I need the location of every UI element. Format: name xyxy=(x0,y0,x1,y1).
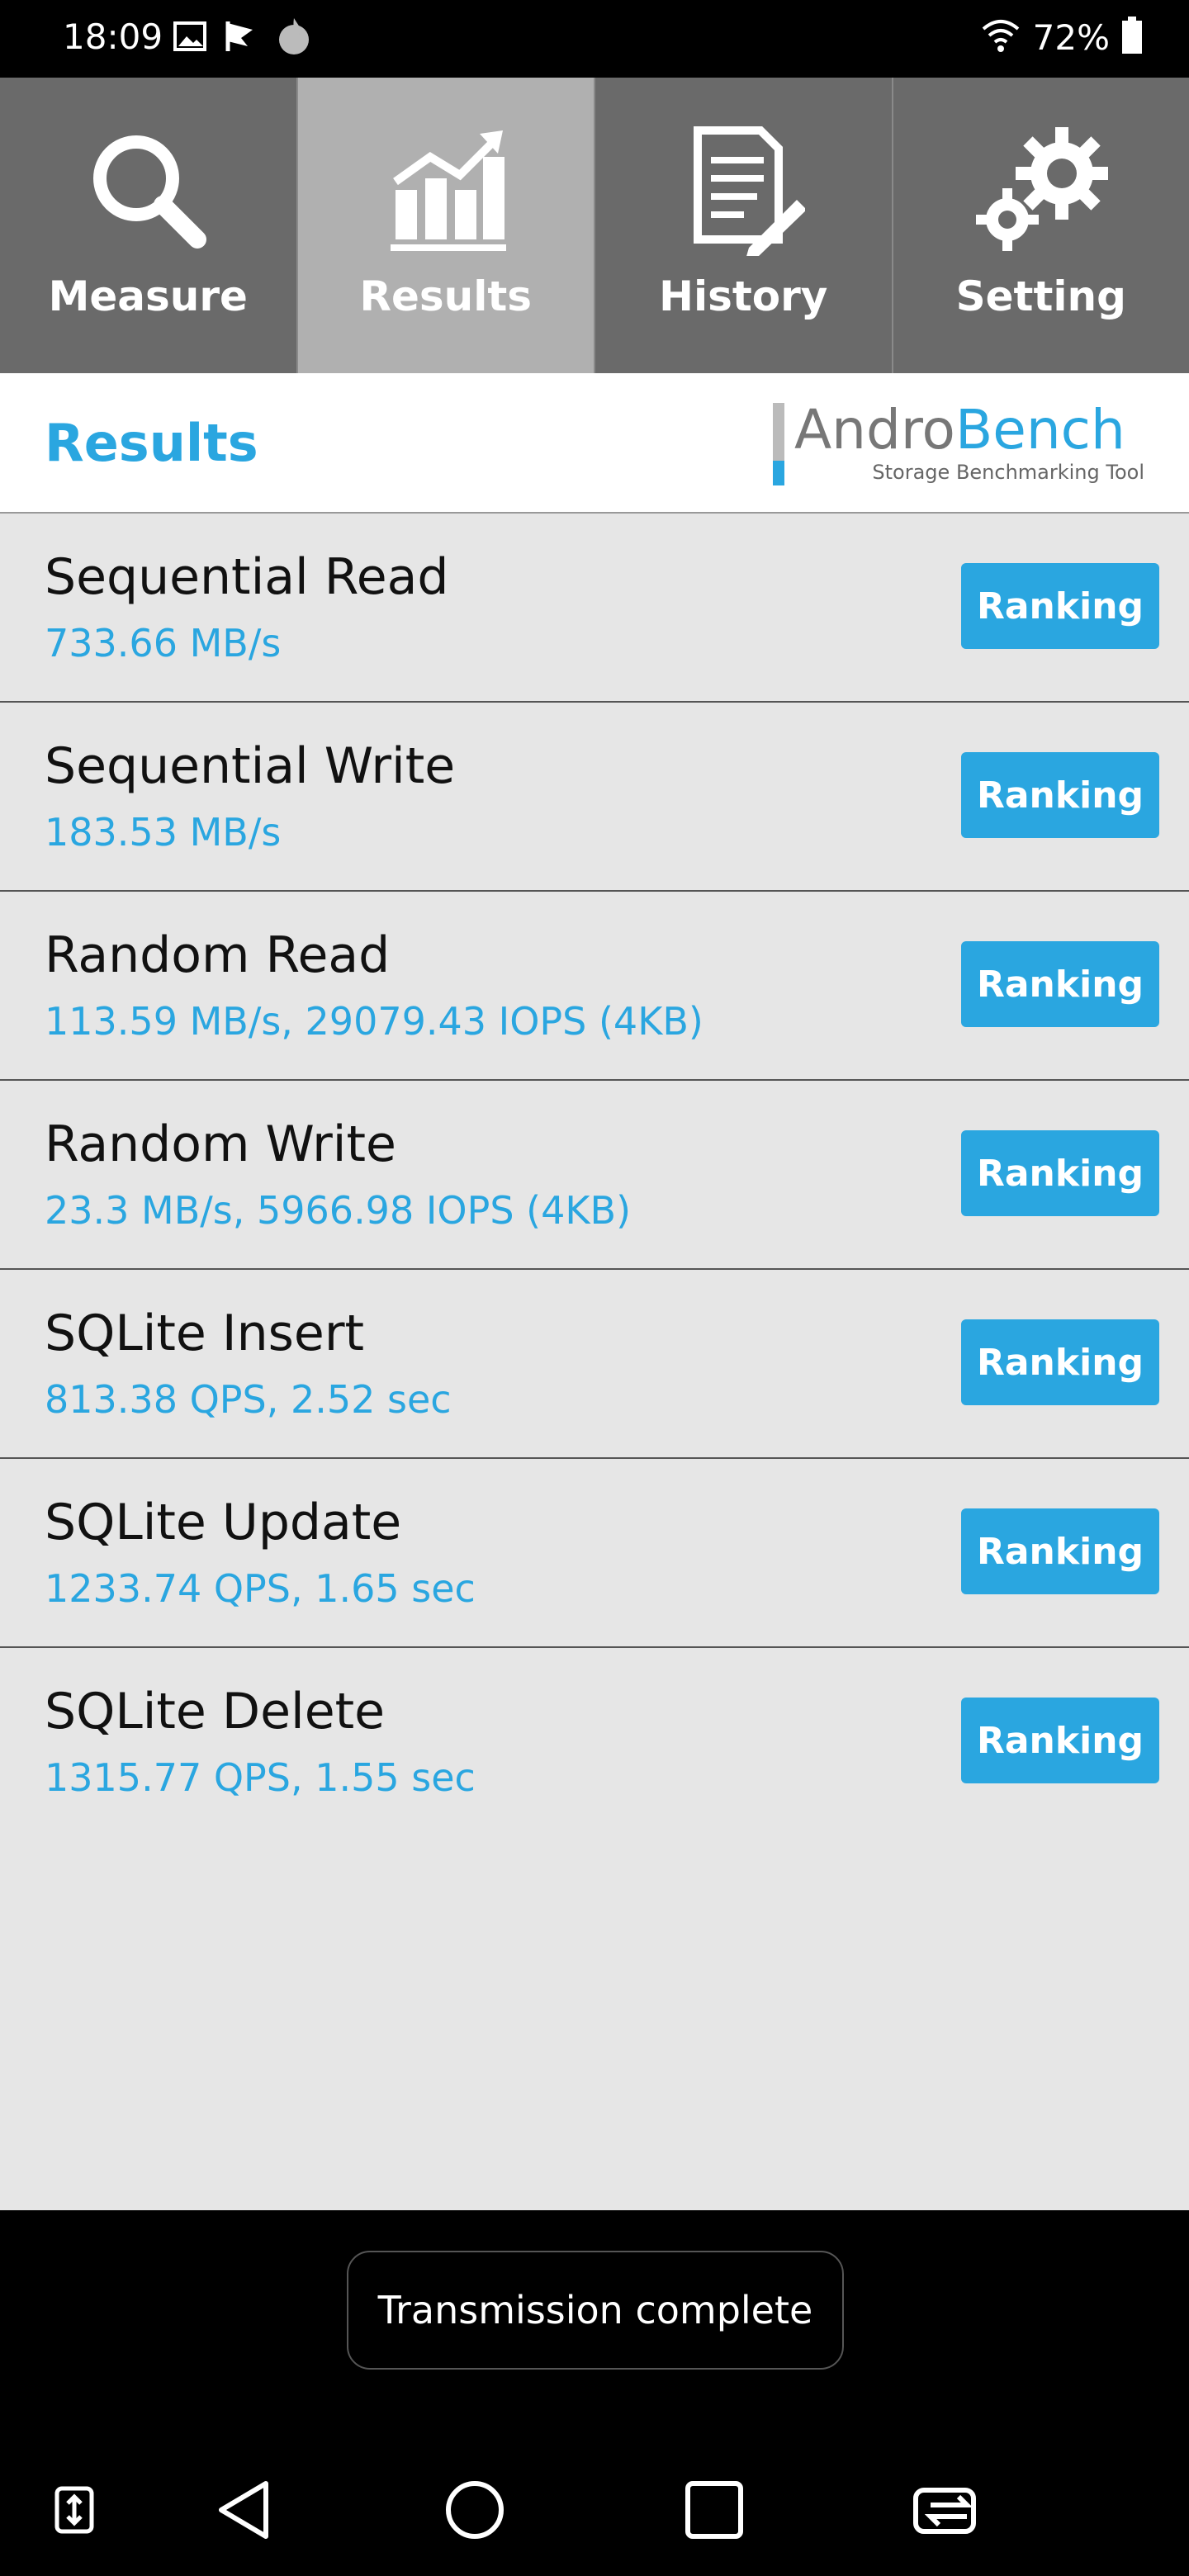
battery-icon xyxy=(1121,17,1143,58)
toast-message: Transmission complete xyxy=(347,2251,844,2370)
system-nav-bar xyxy=(0,2444,1189,2576)
chart-icon xyxy=(384,124,508,256)
result-row-sequential-read: Sequential Read 733.66 MB/s Ranking xyxy=(0,514,1189,703)
notification-icons xyxy=(172,17,314,59)
ranking-button[interactable]: Ranking xyxy=(961,563,1159,649)
tab-setting-label: Setting xyxy=(955,272,1126,320)
tab-results[interactable]: Results xyxy=(297,78,595,373)
document-edit-icon xyxy=(681,124,806,256)
ranking-button[interactable]: Ranking xyxy=(961,1698,1159,1783)
search-icon xyxy=(82,124,214,256)
status-bar: 18:09 72% xyxy=(0,0,1189,78)
wifi-icon xyxy=(980,17,1021,57)
check-flag-icon xyxy=(223,18,259,58)
result-value: 23.3 MB/s, 5966.98 IOPS (4KB) xyxy=(45,1188,632,1233)
result-name: Sequential Read xyxy=(45,548,449,606)
results-header: Results AndroBench Storage Benchmarking … xyxy=(0,373,1189,514)
logo-wordmark: AndroBench xyxy=(794,398,1125,462)
switch-apps-icon[interactable] xyxy=(908,2444,991,2576)
tab-measure[interactable]: Measure xyxy=(0,78,298,373)
result-row-random-write: Random Write 23.3 MB/s, 5966.98 IOPS (4K… xyxy=(0,1081,1189,1270)
tab-results-label: Results xyxy=(359,272,533,320)
ranking-button[interactable]: Ranking xyxy=(961,941,1159,1027)
logo-bar-blue xyxy=(773,461,784,485)
result-row-sequential-write: Sequential Write 183.53 MB/s Ranking xyxy=(0,703,1189,892)
back-icon[interactable] xyxy=(202,2444,285,2576)
result-value: 183.53 MB/s xyxy=(45,810,282,855)
result-value: 733.66 MB/s xyxy=(45,621,282,665)
ranking-button[interactable]: Ranking xyxy=(961,1130,1159,1216)
androbench-logo: AndroBench Storage Benchmarking Tool xyxy=(773,398,1144,485)
page-title: Results xyxy=(45,413,258,473)
status-time: 18:09 xyxy=(63,17,163,57)
main-tab-bar: Measure Results History Setting xyxy=(0,78,1189,373)
logo-bar-grey xyxy=(773,403,784,461)
ranking-button[interactable]: Ranking xyxy=(961,752,1159,838)
image-icon xyxy=(172,18,208,58)
result-row-sqlite-insert: SQLite Insert 813.38 QPS, 2.52 sec Ranki… xyxy=(0,1270,1189,1459)
results-list: Sequential Read 733.66 MB/s Ranking Sequ… xyxy=(0,514,1189,2210)
result-value: 813.38 QPS, 2.52 sec xyxy=(45,1377,452,1422)
tab-setting[interactable]: Setting xyxy=(893,78,1189,373)
result-value: 1315.77 QPS, 1.55 sec xyxy=(45,1755,476,1800)
result-value: 113.59 MB/s, 29079.43 IOPS (4KB) xyxy=(45,999,703,1044)
result-row-random-read: Random Read 113.59 MB/s, 29079.43 IOPS (… xyxy=(0,892,1189,1081)
result-name: Random Write xyxy=(45,1115,396,1173)
gears-icon xyxy=(971,124,1111,256)
flame-icon xyxy=(274,17,314,59)
battery-percent: 72% xyxy=(1032,17,1110,58)
logo-bench: Bench xyxy=(955,398,1125,462)
result-value: 1233.74 QPS, 1.65 sec xyxy=(45,1566,476,1611)
result-name: Sequential Write xyxy=(45,737,456,795)
system-status-icons: 72% xyxy=(980,17,1143,58)
result-row-sqlite-delete: SQLite Delete 1315.77 QPS, 1.55 sec Rank… xyxy=(0,1648,1189,1835)
home-icon[interactable] xyxy=(433,2444,516,2576)
ranking-button[interactable]: Ranking xyxy=(961,1508,1159,1594)
result-row-sqlite-update: SQLite Update 1233.74 QPS, 1.65 sec Rank… xyxy=(0,1459,1189,1648)
logo-tagline: Storage Benchmarking Tool xyxy=(872,461,1144,484)
result-name: Random Read xyxy=(45,926,391,984)
result-name: SQLite Delete xyxy=(45,1683,386,1740)
scroll-capture-icon[interactable] xyxy=(41,2444,107,2576)
ranking-button[interactable]: Ranking xyxy=(961,1319,1159,1405)
result-name: SQLite Update xyxy=(45,1494,402,1551)
tab-history-label: History xyxy=(659,272,828,320)
tab-history[interactable]: History xyxy=(595,78,893,373)
result-name: SQLite Insert xyxy=(45,1305,365,1362)
logo-andro: Andro xyxy=(794,398,955,462)
recents-icon[interactable] xyxy=(673,2444,756,2576)
tab-measure-label: Measure xyxy=(48,272,248,320)
